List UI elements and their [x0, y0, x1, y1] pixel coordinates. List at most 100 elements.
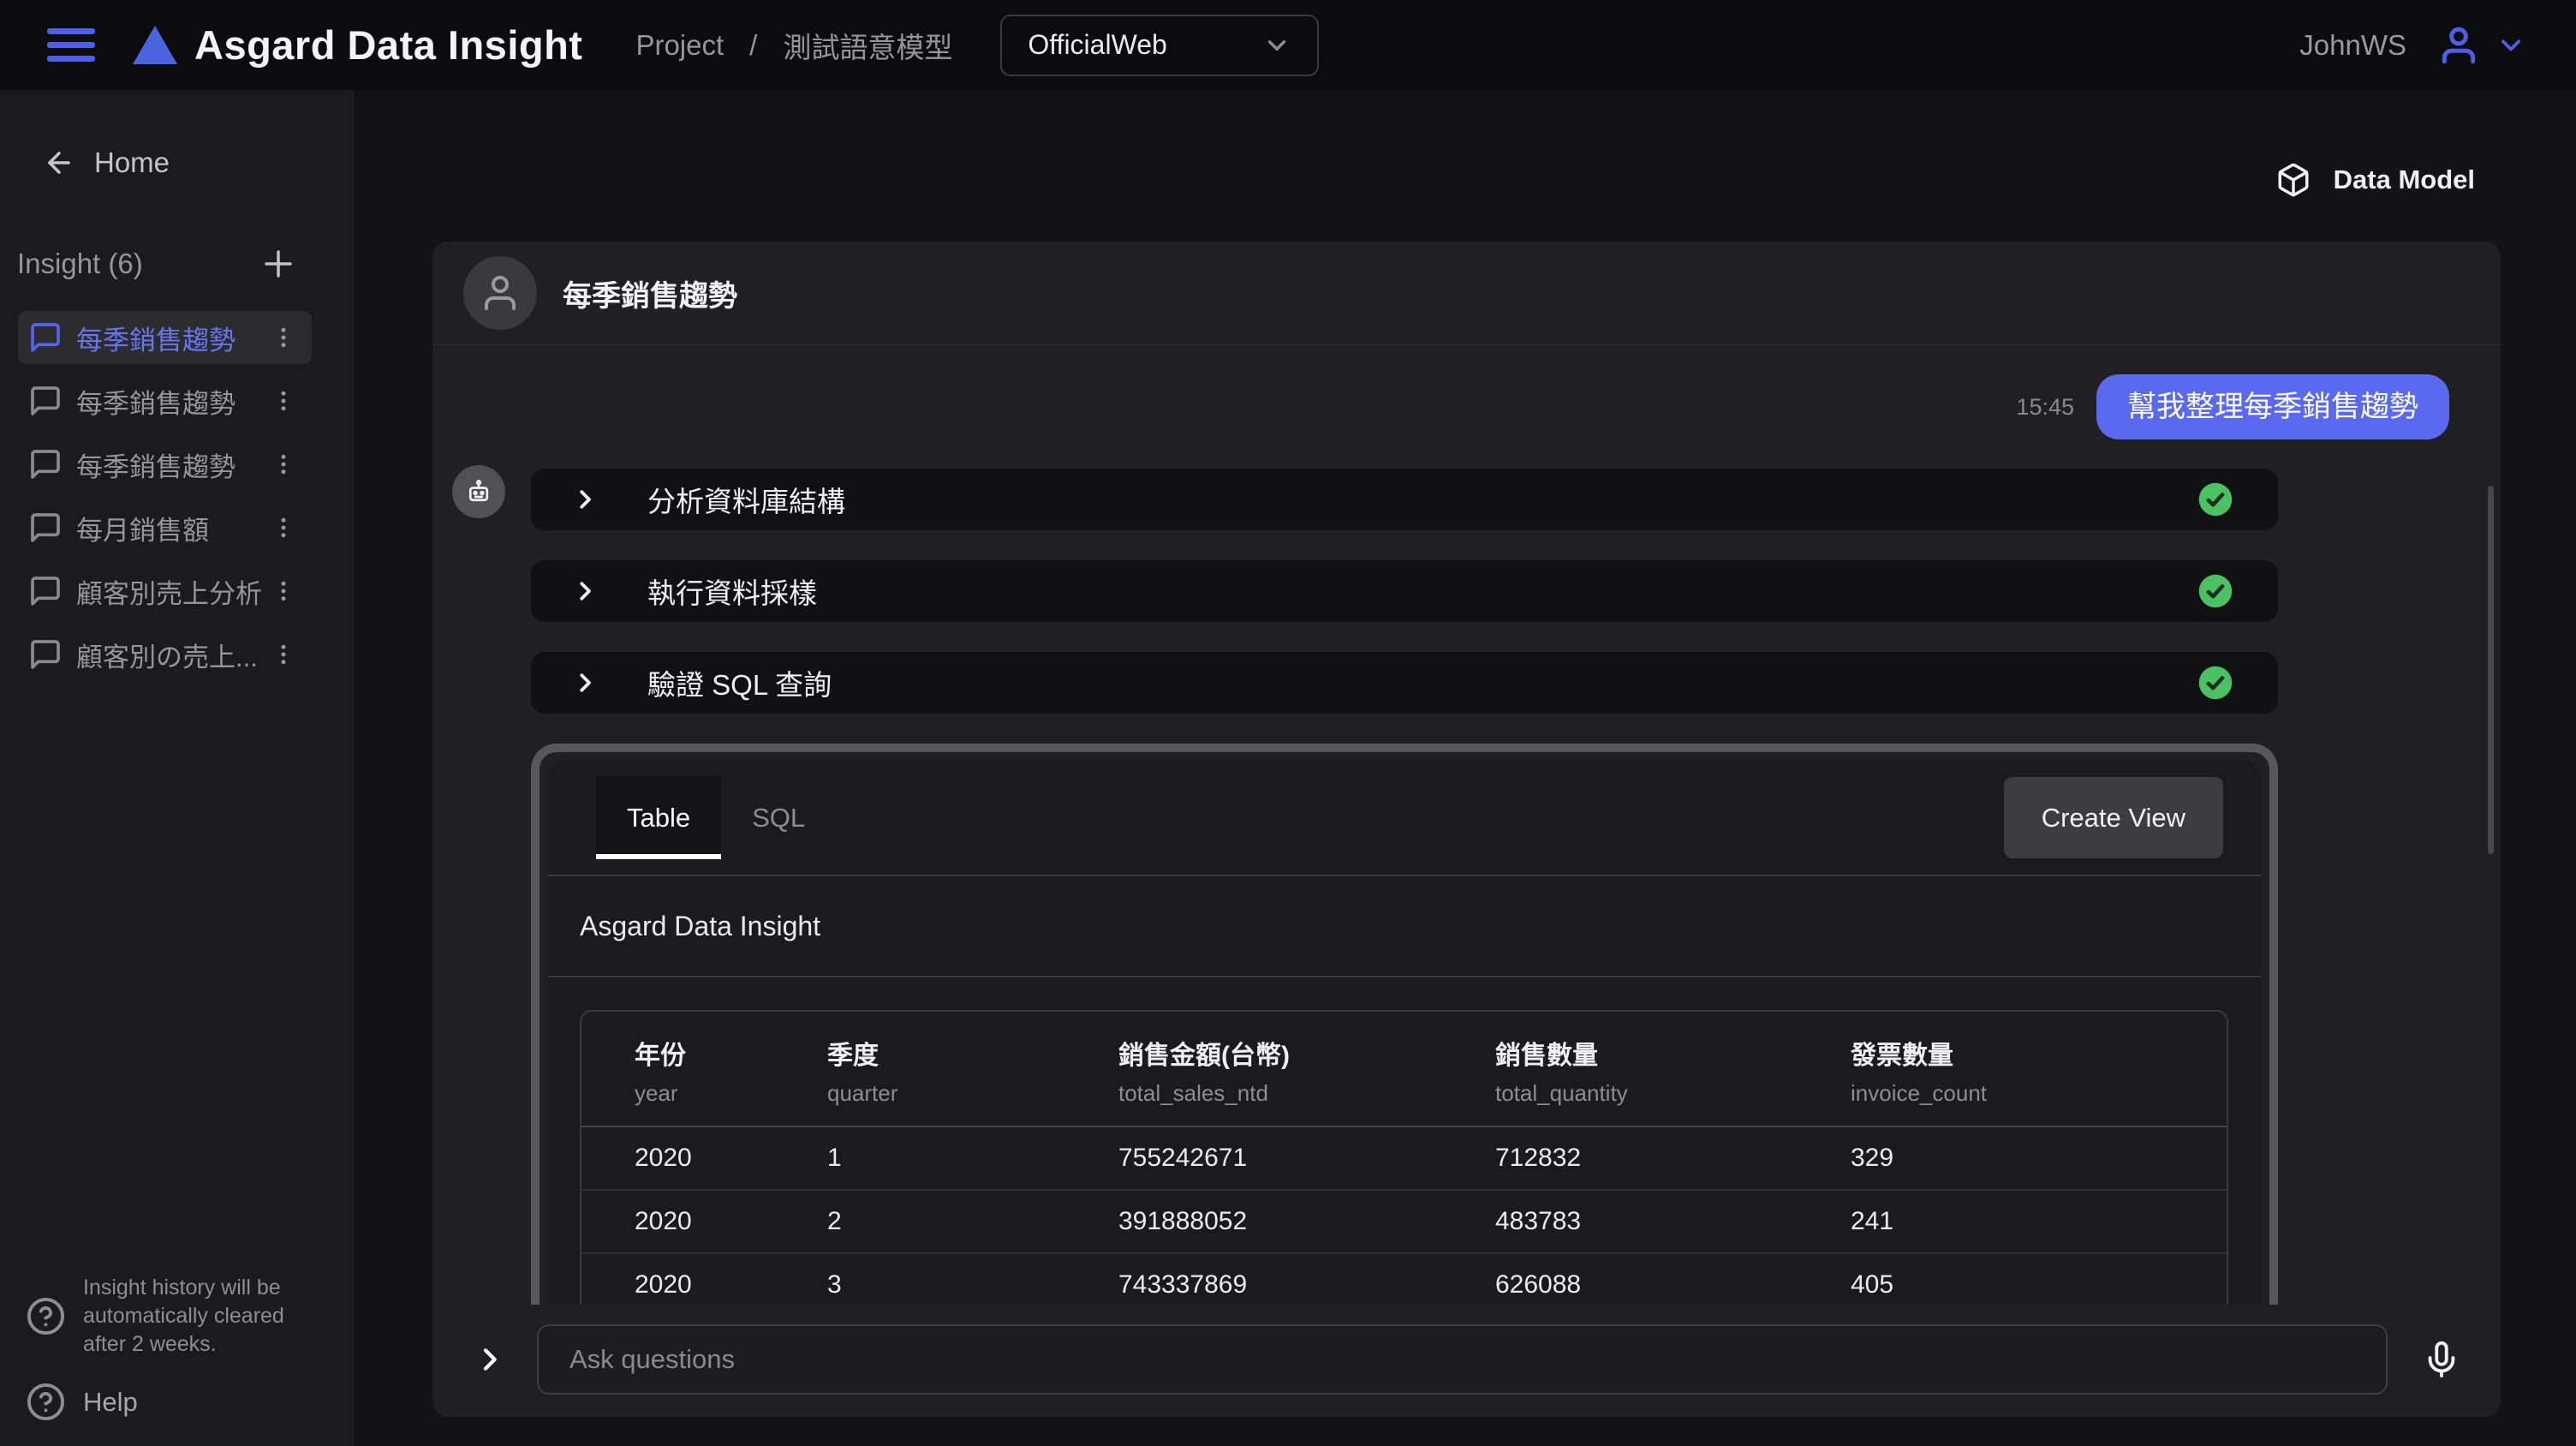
table-cell: 1	[827, 1144, 1118, 1173]
insight-section-label: Insight (6)	[17, 248, 143, 280]
breadcrumb: Project / 測試語意模型	[635, 25, 952, 66]
top-header: Asgard Data Insight Project / 測試語意模型 Off…	[0, 0, 2576, 90]
home-button[interactable]: Home	[0, 90, 353, 179]
table-column-header: 季度quarter	[827, 1034, 1118, 1107]
kebab-menu-icon[interactable]	[271, 325, 296, 350]
chevron-right-icon	[572, 487, 598, 512]
step-label: 驗證 SQL 查詢	[647, 662, 2197, 703]
data-model-label: Data Model	[2334, 164, 2475, 195]
data-model-button[interactable]: Data Model	[2275, 162, 2475, 198]
add-insight-button[interactable]	[260, 246, 296, 282]
table-cell: 405	[1851, 1270, 2192, 1300]
table-cell: 2020	[635, 1207, 827, 1236]
sidebar-item-label: 每月銷售額	[76, 509, 271, 547]
table-row: 20203743337869626088405	[581, 1254, 2227, 1305]
step-panel[interactable]: 分析資料庫結構	[531, 469, 2278, 530]
chat-bubble-icon	[28, 447, 63, 481]
header-user-area: JohnWS	[2299, 24, 2526, 67]
user-message-bubble: 幫我整理每季銷售趨勢	[2096, 374, 2449, 439]
table-cell: 2	[827, 1207, 1118, 1236]
workspace-select[interactable]: OfficialWeb	[1000, 15, 1319, 76]
chat-body: 15:45 幫我整理每季銷售趨勢 分析資料庫結構執行資料採樣驗證 SQL 查詢	[432, 374, 2501, 1305]
tab-sql[interactable]: SQL	[721, 776, 836, 859]
sidebar-item[interactable]: 顧客別の売上...	[18, 628, 312, 681]
sidebar-item-label: 每季銷售趨勢	[76, 319, 271, 357]
history-notice: Insight history will be automatically cl…	[26, 1274, 297, 1359]
result-card: TableSQL Create View Asgard Data Insight…	[548, 761, 2261, 1305]
breadcrumb-section[interactable]: Project	[635, 29, 724, 62]
microphone-icon[interactable]	[2422, 1340, 2461, 1379]
step-label: 分析資料庫結構	[647, 479, 2197, 520]
ask-question-row	[475, 1324, 2461, 1395]
table-cell: 626088	[1495, 1270, 1851, 1300]
cube-icon	[2275, 162, 2311, 198]
column-label-en: quarter	[827, 1080, 1118, 1107]
table-column-header: 發票數量invoice_count	[1851, 1034, 2192, 1107]
column-label-en: total_quantity	[1495, 1080, 1851, 1107]
sidebar-item[interactable]: 顧客別売上分析	[18, 565, 312, 618]
hamburger-menu-icon[interactable]	[47, 28, 95, 62]
chat-bubble-icon	[28, 637, 63, 672]
chat-title: 每季銷售趨勢	[563, 272, 737, 314]
result-frame: TableSQL Create View Asgard Data Insight…	[531, 744, 2278, 1305]
table-cell: 241	[1851, 1207, 2192, 1236]
breadcrumb-separator: /	[749, 29, 757, 62]
history-notice-text: Insight history will be automatically cl…	[83, 1274, 297, 1359]
help-label: Help	[83, 1387, 138, 1418]
tab-table[interactable]: Table	[596, 776, 721, 859]
chat-bubble-icon	[28, 511, 63, 545]
step-panel[interactable]: 驗證 SQL 查詢	[531, 652, 2278, 714]
create-view-button[interactable]: Create View	[2004, 777, 2223, 858]
sidebar-item[interactable]: 每季銷售趨勢	[18, 438, 312, 491]
column-label-en: year	[635, 1080, 827, 1107]
kebab-menu-icon[interactable]	[271, 451, 296, 477]
table-cell: 329	[1851, 1144, 2192, 1173]
user-menu-chevron-icon[interactable]	[2496, 30, 2526, 61]
chevron-down-icon	[1262, 31, 1291, 60]
help-button[interactable]: Help	[26, 1382, 138, 1422]
table-column-header: 銷售金額(台幣) total_sales_ntd	[1118, 1034, 1495, 1107]
assistant-avatar	[452, 465, 505, 518]
chat-avatar	[463, 256, 537, 330]
help-question-icon	[26, 1382, 66, 1422]
column-label-zh: 銷售金額(台幣)	[1118, 1034, 1495, 1072]
table-cell: 2020	[635, 1270, 827, 1300]
table-cell: 391888052	[1118, 1207, 1495, 1236]
message-timestamp: 15:45	[2016, 394, 2074, 421]
kebab-menu-icon[interactable]	[271, 388, 296, 414]
result-card-title: Asgard Data Insight	[580, 911, 820, 942]
chat-bubble-icon	[28, 320, 63, 355]
submit-chevron-icon[interactable]	[475, 1346, 503, 1373]
info-question-icon	[26, 1296, 66, 1336]
table-cell: 2020	[635, 1144, 827, 1173]
table-column-header: 年份 year	[635, 1034, 827, 1107]
column-label-zh: 年份	[635, 1034, 827, 1072]
table-cell: 712832	[1495, 1144, 1851, 1173]
chat-bubble-icon	[28, 384, 63, 418]
steps-list: 分析資料庫結構執行資料採樣驗證 SQL 查詢	[531, 469, 2278, 714]
result-table-header: 年份 year季度quarter銷售金額(台幣) total_sales_ntd銷售…	[581, 1012, 2227, 1127]
table-column-header: 銷售數量total_quantity	[1495, 1034, 1851, 1107]
sidebar-item[interactable]: 每月銷售額	[18, 501, 312, 554]
sidebar-item[interactable]: 每季銷售趨勢	[18, 311, 312, 364]
chat-bubble-icon	[28, 574, 63, 608]
step-panel[interactable]: 執行資料採樣	[531, 560, 2278, 622]
sidebar-item[interactable]: 每季銷售趨勢	[18, 374, 312, 427]
kebab-menu-icon[interactable]	[271, 578, 296, 604]
result-table: 年份 year季度quarter銷售金額(台幣) total_sales_ntd銷售…	[580, 1010, 2228, 1305]
app-title: Asgard Data Insight	[194, 21, 582, 69]
column-label-en: total_sales_ntd	[1118, 1080, 1495, 1107]
chat-scrollbar-thumb[interactable]	[2488, 486, 2494, 854]
sidebar: Home Insight (6) 每季銷售趨勢每季銷售趨勢每季銷售趨勢每月銷售額…	[0, 90, 354, 1446]
kebab-menu-icon[interactable]	[271, 642, 296, 667]
person-icon	[480, 272, 521, 314]
robot-icon	[463, 476, 494, 507]
user-icon[interactable]	[2437, 24, 2480, 67]
sidebar-item-label: 每季銷售趨勢	[76, 382, 271, 421]
kebab-menu-icon[interactable]	[271, 515, 296, 541]
table-cell: 743337869	[1118, 1270, 1495, 1300]
ask-question-input[interactable]	[537, 1324, 2388, 1395]
breadcrumb-page[interactable]: 測試語意模型	[783, 25, 952, 66]
chat-panel-header: 每季銷售趨勢	[432, 242, 2501, 345]
chat-panel: 每季銷售趨勢 15:45 幫我整理每季銷售趨勢 分析資料庫結構執行資料採樣驗	[432, 242, 2501, 1417]
